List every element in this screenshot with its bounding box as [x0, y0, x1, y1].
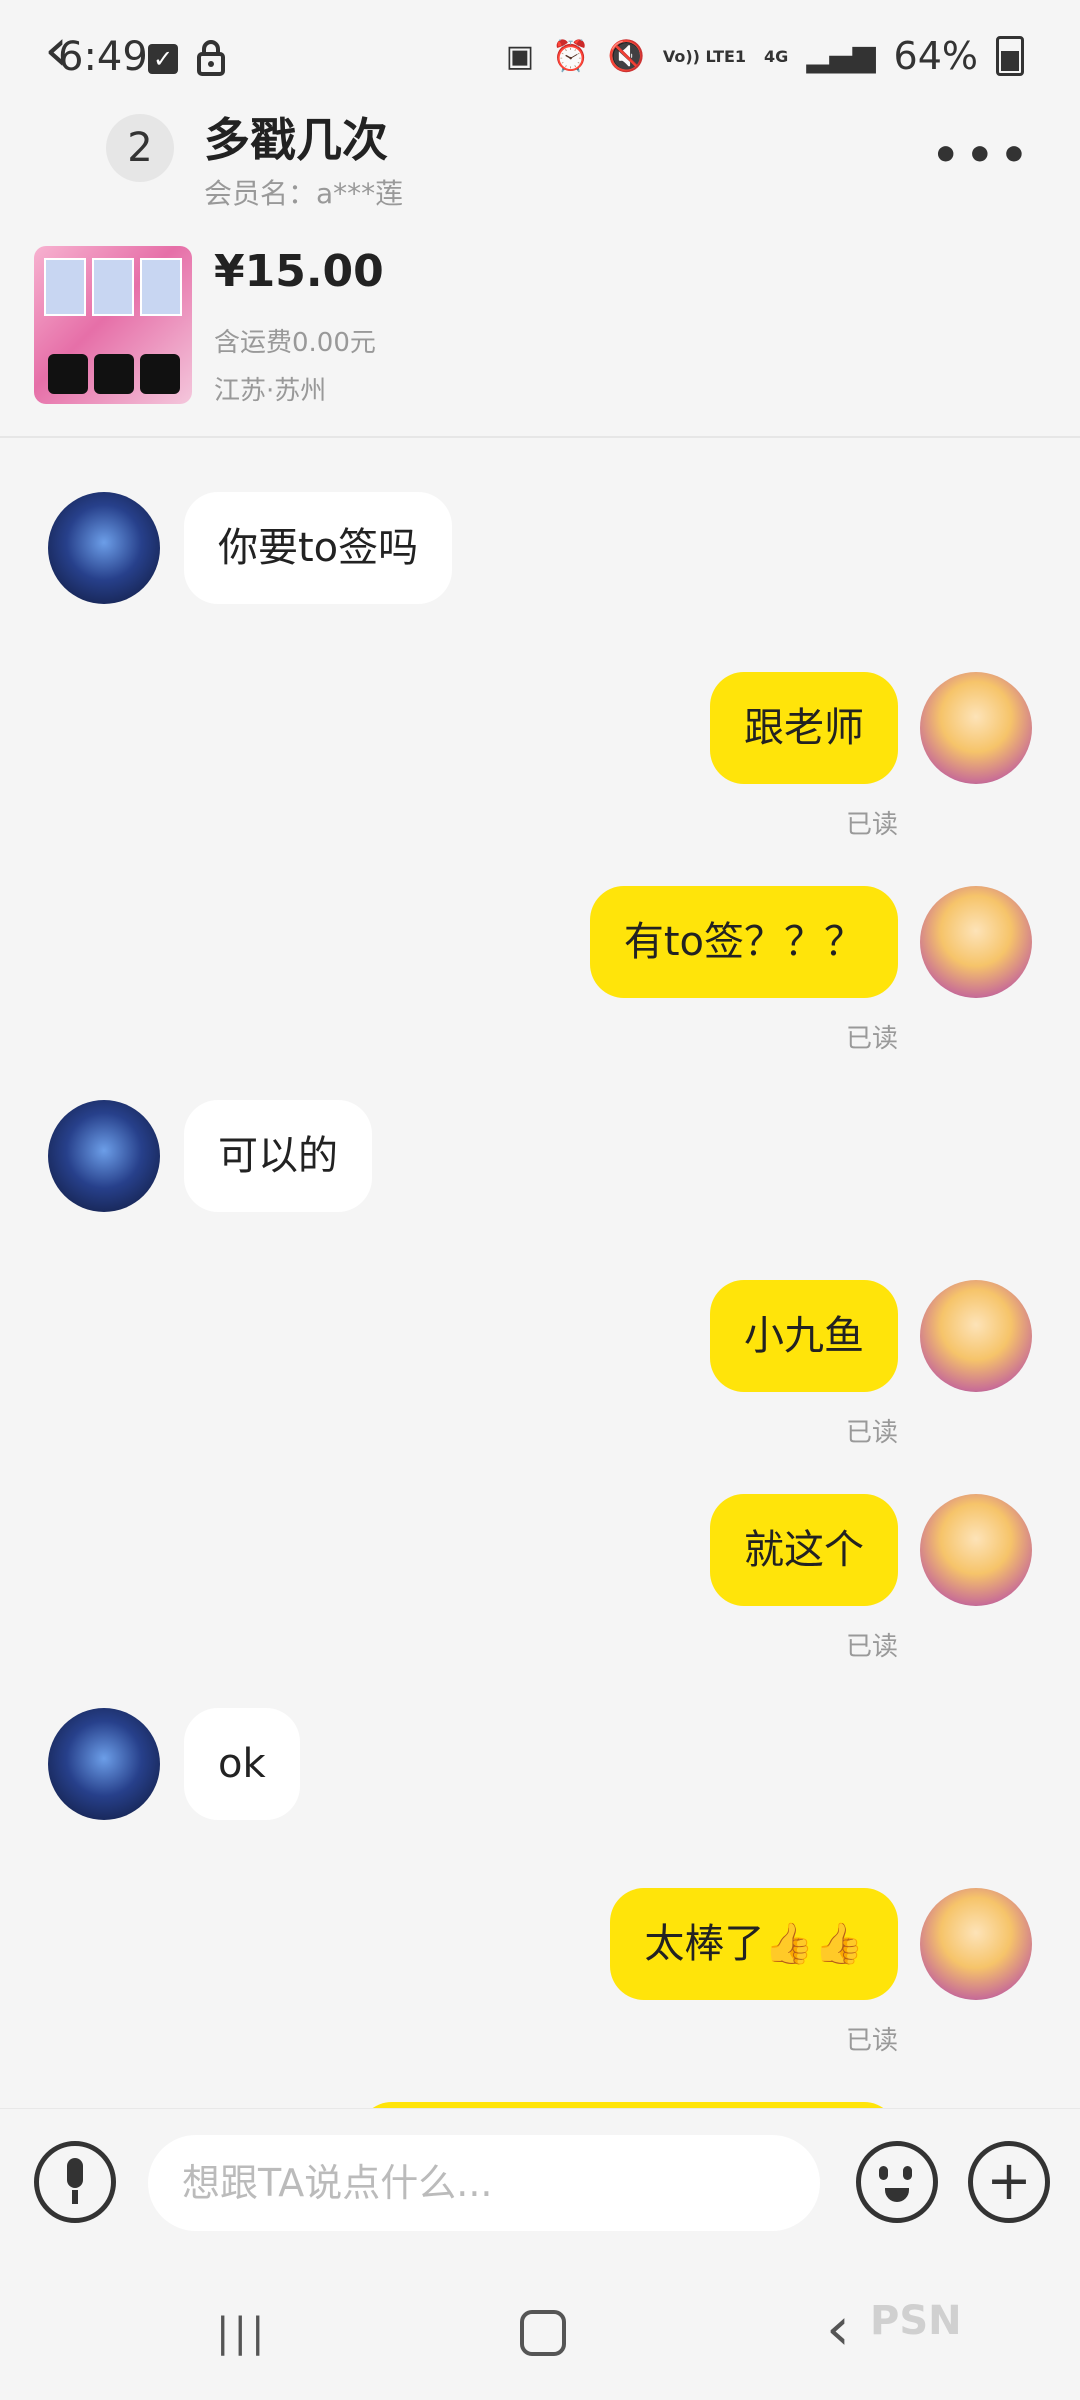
message-bubble[interactable]: 你要to签吗 [184, 492, 453, 604]
volte-indicator: Vo)) LTE1 [662, 46, 747, 66]
network-indicator: 4G [764, 46, 789, 66]
member-name: 会员名：a***莲 [204, 177, 404, 210]
product-thumbnail[interactable] [34, 246, 192, 404]
microphone-icon [67, 2158, 83, 2188]
contact-avatar[interactable] [48, 1100, 160, 1212]
read-status: 已读 [845, 1418, 898, 1448]
battery-saver-icon: ▣ [505, 38, 535, 74]
product-location: 江苏·苏州 [214, 376, 327, 406]
system-nav-bar: ||| ‹ PSN [0, 2258, 1080, 2400]
more-actions-button[interactable]: + [968, 2141, 1050, 2223]
shipping-fee: 含运费0.00元 [214, 328, 376, 358]
read-status: 已读 [845, 1632, 898, 1662]
chat-title: 多戳几次 [204, 113, 388, 167]
battery-percent: 64% [893, 34, 978, 78]
home-button[interactable] [520, 2310, 566, 2356]
unread-count-badge[interactable]: 2 [106, 114, 174, 182]
lock-icon [197, 40, 225, 76]
emoji-button[interactable] [856, 2141, 938, 2223]
system-back-button[interactable]: ‹ [826, 2294, 850, 2364]
contact-avatar[interactable] [48, 1708, 160, 1820]
recents-button[interactable]: ||| [216, 2310, 268, 2356]
alarm-icon: ⏰ [552, 38, 590, 74]
message-input-bar: + [0, 2108, 1080, 2259]
read-status: 已读 [845, 810, 898, 840]
message-bubble[interactable]: ok [184, 1708, 300, 1820]
user-avatar[interactable] [920, 1888, 1032, 2000]
user-avatar[interactable] [920, 1494, 1032, 1606]
voice-input-button[interactable] [34, 2141, 116, 2223]
read-status: 已读 [845, 1024, 898, 1054]
message-bubble[interactable]: 有to签？？？ [589, 886, 898, 998]
message-bubble[interactable]: 小九鱼 [710, 1280, 898, 1392]
chat-history[interactable]: 你要to签吗 跟老师 已读 有to签？？？ 已读 可以的 小九鱼 已读 就这个 … [0, 438, 1080, 2108]
product-price: ¥15.00 [214, 246, 384, 297]
user-avatar[interactable] [920, 1280, 1032, 1392]
back-button[interactable]: ‹ [44, 20, 104, 80]
read-status: 已读 [845, 2026, 898, 2056]
message-bubble[interactable]: 可以的 [184, 1100, 372, 1212]
battery-icon [996, 36, 1024, 76]
status-right-group: ▣ ⏰ 🔇 Vo)) LTE1 4G ▂▄▆ 64% [506, 34, 1024, 78]
contact-avatar[interactable] [48, 492, 160, 604]
message-input[interactable] [148, 2135, 820, 2231]
message-bubble[interactable]: 就这个 [710, 1494, 898, 1606]
checkbox-notification-icon: ✓ [148, 44, 178, 74]
signal-icon: ▂▄▆ [806, 38, 876, 74]
smiley-icon [879, 2166, 888, 2180]
message-bubble[interactable]: 太棒了👍👍 [610, 1888, 898, 2000]
user-avatar[interactable] [920, 672, 1032, 784]
mute-icon: 🔇 [607, 38, 645, 74]
product-card[interactable]: ¥15.00 含运费0.00元 江苏·苏州 [0, 230, 1080, 438]
watermark-logo: PSN [870, 2298, 962, 2344]
more-options-button[interactable]: ••• [932, 130, 1034, 181]
message-bubble[interactable]: 跟老师 [710, 672, 898, 784]
user-avatar[interactable] [920, 886, 1032, 998]
status-bar: 6:49 ✓ ▣ ⏰ 🔇 Vo)) LTE1 4G ▂▄▆ 64% [0, 0, 1080, 120]
